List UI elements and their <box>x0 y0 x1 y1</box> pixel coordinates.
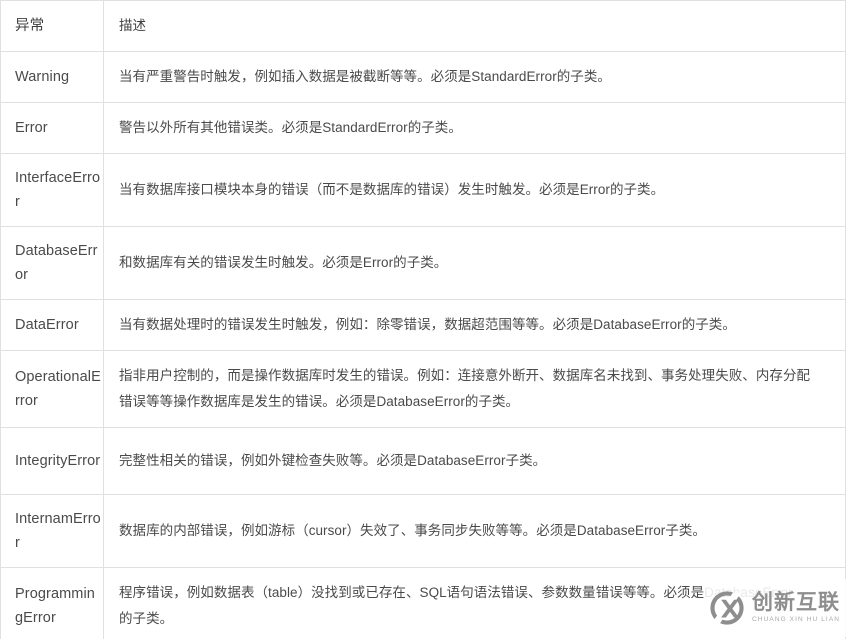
table-body: Warning 当有严重警告时触发，例如插入数据是被截断等等。必须是Standa… <box>0 51 846 639</box>
table-row: IntegrityError 完整性相关的错误，例如外键检查失败等。必须是Dat… <box>0 427 846 495</box>
description-line: 完整性相关的错误，例如外键检查失败等。必须是DatabaseError子类。 <box>119 453 547 468</box>
description-line: 当有数据库接口模块本身的错误（而不是数据库的错误）发生时触发。必须是Error的… <box>119 182 665 197</box>
exception-description: 当有数据库接口模块本身的错误（而不是数据库的错误）发生时触发。必须是Error的… <box>103 153 846 227</box>
exception-description: 和数据库有关的错误发生时触发。必须是Error的子类。 <box>103 226 846 300</box>
table-row: Error 警告以外所有其他错误类。必须是StandardError的子类。 <box>0 102 846 154</box>
exception-description: 当有严重警告时触发，例如插入数据是被截断等等。必须是StandardError的… <box>103 51 846 103</box>
exception-table: 异常 描述 Warning 当有严重警告时触发，例如插入数据是被截断等等。必须是… <box>0 0 846 639</box>
description-line: 警告以外所有其他错误类。必须是StandardError的子类。 <box>119 120 462 135</box>
page-root: 异常 描述 Warning 当有严重警告时触发，例如插入数据是被截断等等。必须是… <box>0 0 849 639</box>
exception-name: OperationalError <box>0 350 104 428</box>
column-header-description: 描述 <box>103 0 846 52</box>
description-line: 当有严重警告时触发，例如插入数据是被截断等等。必须是StandardError的… <box>119 69 611 84</box>
description-line: 当有数据处理时的错误发生时触发，例如：除零错误，数据超范围等等。必须是Datab… <box>119 317 736 332</box>
exception-name: DatabaseError <box>0 226 104 300</box>
description-line: 和数据库有关的错误发生时触发。必须是Error的子类。 <box>119 255 448 270</box>
exception-name: DataError <box>0 299 104 351</box>
exception-description: 指非用户控制的，而是操作数据库时发生的错误。例如：连接意外断开、数据库名未找到、… <box>103 350 846 428</box>
exception-description: 警告以外所有其他错误类。必须是StandardError的子类。 <box>103 102 846 154</box>
exception-description: 当有数据处理时的错误发生时触发，例如：除零错误，数据超范围等等。必须是Datab… <box>103 299 846 351</box>
table-header: 异常 描述 <box>0 0 846 52</box>
exception-name: InternamError <box>0 494 104 568</box>
exception-name: Error <box>0 102 104 154</box>
description-line: 数据库的内部错误，例如游标（cursor）失效了、事务同步失败等等。必须是Dat… <box>119 523 706 538</box>
exception-name: InterfaceError <box>0 153 104 227</box>
table-row: InterfaceError 当有数据库接口模块本身的错误（而不是数据库的错误）… <box>0 153 846 227</box>
table-row: DataError 当有数据处理时的错误发生时触发，例如：除零错误，数据超范围等… <box>0 299 846 351</box>
exception-name: Warning <box>0 51 104 103</box>
table-row: ProgrammingError 程序错误，例如数据表（table）没找到或已存… <box>0 567 846 639</box>
table-row: Warning 当有严重警告时触发，例如插入数据是被截断等等。必须是Standa… <box>0 51 846 103</box>
column-header-exception: 异常 <box>0 0 104 52</box>
table-row: InternamError 数据库的内部错误，例如游标（cursor）失效了、事… <box>0 494 846 568</box>
table-row: OperationalError 指非用户控制的，而是操作数据库时发生的错误。例… <box>0 350 846 428</box>
exception-name: ProgrammingError <box>0 567 104 639</box>
exception-name: IntegrityError <box>0 427 104 495</box>
description-line: 的子类。 <box>119 611 174 626</box>
description-line: 指非用户控制的，而是操作数据库时发生的错误。例如：连接意外断开、数据库名未找到、… <box>119 368 811 383</box>
table-row: DatabaseError 和数据库有关的错误发生时触发。必须是Error的子类… <box>0 226 846 300</box>
table-header-row: 异常 描述 <box>0 0 846 52</box>
description-line: 程序错误，例如数据表（table）没找到或已存在、SQL语句语法错误、参数数量错… <box>119 585 793 600</box>
description-line: 错误等等操作数据库是发生的错误。必须是DatabaseError的子类。 <box>119 394 520 409</box>
exception-description: 程序错误，例如数据表（table）没找到或已存在、SQL语句语法错误、参数数量错… <box>103 567 846 639</box>
exception-description: 数据库的内部错误，例如游标（cursor）失效了、事务同步失败等等。必须是Dat… <box>103 494 846 568</box>
exception-description: 完整性相关的错误，例如外键检查失败等。必须是DatabaseError子类。 <box>103 427 846 495</box>
